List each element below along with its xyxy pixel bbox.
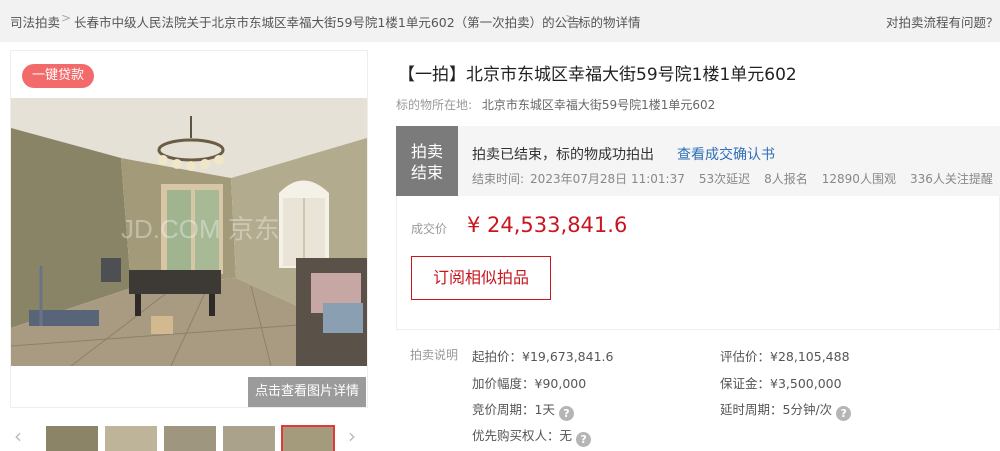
subscribe-similar-button[interactable]: 订阅相似拍品 — [411, 256, 551, 300]
status-badge-line2: 结束 — [410, 163, 443, 182]
final-price-label: 成交价 — [411, 222, 448, 236]
item-address: 标的物所在地: 北京市东城区幸福大街59号院1楼1单元602 — [396, 96, 715, 113]
view-image-details-button[interactable]: 点击查看图片详情 — [248, 377, 366, 407]
address-label: 标的物所在地: — [396, 98, 473, 112]
delay-period: 延时周期：5分钟/次? — [720, 399, 852, 421]
price-box: 成交价 ¥ 24,533,841.6 订阅相似拍品 — [396, 196, 1000, 330]
thumbnail[interactable] — [105, 426, 157, 451]
breadcrumb-separator: > — [61, 11, 72, 25]
watermark: JD.COM 京东 — [121, 214, 280, 244]
status-meta: 结束时间: 2023年07月28日 11:01:37 53次延迟 8人报名 12890人… — [472, 170, 1000, 187]
breadcrumb-notice[interactable]: 长春市中级人民法院关于北京市东城区幸福大街59号院1楼1单元602（第一次拍卖）… — [74, 12, 580, 31]
thumbnail[interactable] — [223, 426, 275, 451]
address-value: 北京市东城区幸福大街59号院1楼1单元602 — [481, 98, 716, 112]
priority-buyer: 优先购买权人：无? — [472, 425, 592, 447]
start-price: 起拍价：¥19,673,841.6 — [472, 349, 614, 364]
help-icon[interactable]: ? — [836, 406, 852, 421]
end-time: 2023年07月28日 11:01:37 — [530, 172, 685, 186]
status-badge: 拍卖 结束 — [396, 126, 458, 196]
deposit: 保证金：¥3,500,000 — [720, 376, 842, 391]
delay-period-text: 延时周期：5分钟/次 — [720, 402, 833, 417]
thumbnail[interactable] — [164, 426, 216, 451]
delay-count: 53次延迟 — [698, 172, 751, 186]
reminder-count: 336人关注提醒 — [909, 172, 993, 186]
bid-period-text: 竞价周期：1天 — [472, 402, 555, 417]
breadcrumb-judicial-auction[interactable]: 司法拍卖 — [10, 12, 60, 31]
registrant-count: 8人报名 — [764, 172, 808, 186]
main-photo[interactable]: JD.COM 京东 — [11, 98, 367, 366]
status-text: 拍卖已结束，标的物成功拍出 — [472, 147, 654, 163]
help-icon[interactable]: ? — [576, 432, 592, 447]
next-thumb-arrow-icon[interactable]: › — [348, 426, 356, 446]
appraisal-price: 评估价：¥28,105,488 — [720, 349, 850, 364]
auction-notes-label: 拍卖说明 — [410, 348, 459, 362]
auction-status-box: 拍卖 结束 拍卖已结束，标的物成功拍出 查看成交确认书 结束时间: 2023年07… — [396, 126, 1000, 196]
final-price-value: ¥ 24,533,841.6 — [467, 213, 628, 237]
auction-notes: 拍卖说明 起拍价：¥19,673,841.6 评估价：¥28,105,488 加… — [410, 344, 1000, 451]
breadcrumb-current: 标的物详情 — [578, 15, 641, 30]
bid-period: 竞价周期：1天? — [472, 399, 574, 421]
status-badge-line1: 拍卖 — [410, 142, 443, 161]
help-icon[interactable]: ? — [558, 406, 574, 421]
prev-thumb-arrow-icon[interactable]: ‹ — [14, 426, 22, 446]
breadcrumb: 司法拍卖 > 长春市中级人民法院关于北京市东城区幸福大街59号院1楼1单元602… — [0, 0, 1000, 40]
watcher-count: 12890人围观 — [821, 172, 896, 186]
thumbnail-strip: ‹ › — [10, 418, 370, 451]
help-link[interactable]: 对拍卖流程有问题？ — [886, 12, 999, 31]
bid-increment: 加价幅度：¥90,000 — [472, 376, 587, 391]
item-title: 【一拍】北京市东城区幸福大街59号院1楼1单元602 — [398, 65, 797, 85]
breadcrumb-separator: > — [565, 11, 576, 25]
end-time-label: 结束时间: — [472, 172, 525, 186]
one-click-loan-button[interactable]: 一键贷款 — [22, 64, 94, 88]
thumbnail[interactable] — [46, 426, 98, 451]
priority-buyer-text: 优先购买权人：无 — [472, 428, 573, 443]
thumbnail-active[interactable] — [281, 425, 335, 451]
view-confirmation-link[interactable]: 查看成交确认书 — [677, 144, 775, 164]
